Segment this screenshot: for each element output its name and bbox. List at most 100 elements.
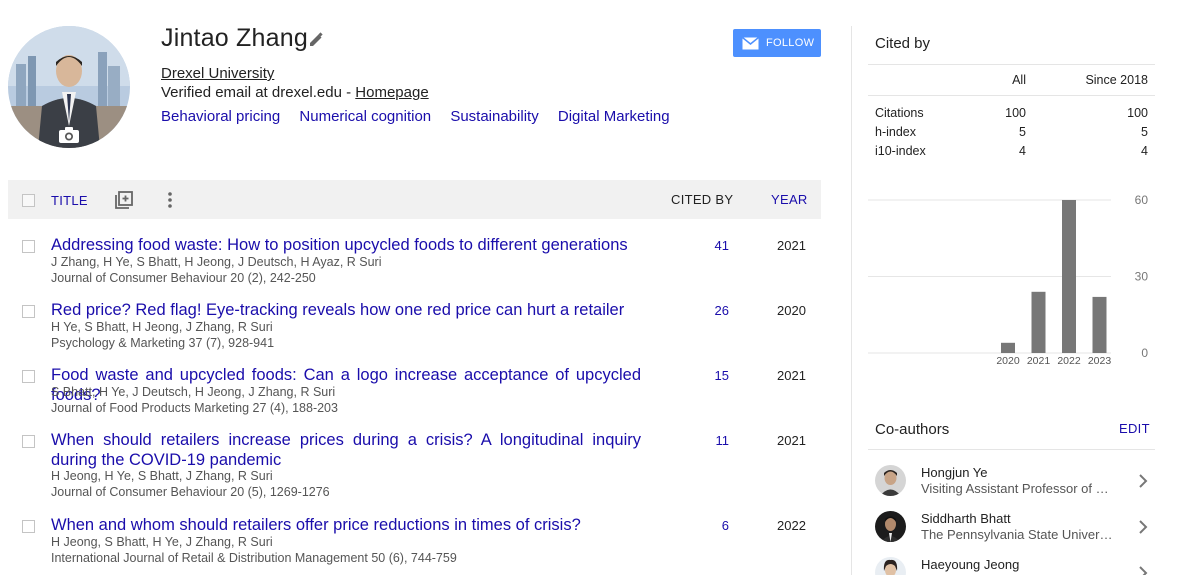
row-checkbox[interactable] [22, 520, 35, 533]
article-authors: H Jeong, H Ye, S Bhatt, J Zhang, R Suri [51, 469, 273, 483]
y-tick-label: 60 [1135, 193, 1149, 207]
metric-label[interactable]: i10-index [875, 144, 926, 158]
more-options-icon[interactable] [165, 190, 175, 210]
interest-link[interactable]: Behavioral pricing [161, 108, 280, 125]
chart-bar-2023[interactable] [1092, 296, 1107, 353]
sort-by-year[interactable]: YEAR [771, 192, 808, 207]
article-year: 2021 [777, 433, 806, 448]
interest-link[interactable]: Sustainability [450, 108, 538, 125]
coauthor-avatar [875, 511, 906, 542]
article-row: When should retailers increase prices du… [8, 430, 821, 502]
article-authors: H Jeong, S Bhatt, H Ye, J Zhang, R Suri [51, 535, 273, 549]
citations-bar-chart: 60 30 0 2020 2021 2022 2023 [868, 190, 1155, 370]
article-year: 2021 [777, 368, 806, 383]
article-venue: Journal of Food Products Marketing 27 (4… [51, 400, 338, 415]
row-checkbox[interactable] [22, 370, 35, 383]
follow-button[interactable]: FOLLOW [733, 29, 821, 57]
sort-by-cited-by[interactable]: CITED BY [671, 192, 733, 207]
x-tick-label: 2023 [1088, 355, 1112, 367]
x-tick-label: 2022 [1057, 355, 1081, 367]
metric-label[interactable]: h-index [875, 125, 916, 139]
homepage-link[interactable]: Homepage [355, 84, 428, 101]
article-authors: S Bhatt, H Ye, J Deutsch, H Jeong, J Zha… [51, 385, 336, 399]
edit-pencil-icon[interactable] [308, 32, 324, 48]
article-venue: Journal of Consumer Behaviour 20 (2), 24… [51, 270, 316, 285]
article-title[interactable]: Addressing food waste: How to position u… [51, 235, 641, 255]
coauthor-affiliation: Visiting Assistant Professor of M... [921, 481, 1113, 496]
article-year: 2020 [777, 303, 806, 318]
add-article-icon[interactable] [114, 190, 134, 210]
metric-since: 5 [1141, 125, 1148, 139]
article-year: 2022 [777, 518, 806, 533]
coauthor-avatar [875, 557, 906, 575]
article-year: 2021 [777, 238, 806, 253]
x-tick-label: 2020 [996, 355, 1020, 367]
row-checkbox[interactable] [22, 435, 35, 448]
follow-label: FOLLOW [766, 37, 815, 49]
interest-link[interactable]: Numerical cognition [299, 108, 431, 125]
chevron-right-icon [1138, 520, 1148, 534]
coauthor-affiliation: The Pennsylvania State Universi... [921, 527, 1113, 542]
article-authors: J Zhang, H Ye, S Bhatt, H Jeong, J Deuts… [51, 255, 382, 269]
article-row: When and whom should retailers offer pri… [8, 515, 821, 570]
row-checkbox[interactable] [22, 240, 35, 253]
metric-label[interactable]: Citations [875, 106, 924, 120]
y-tick-label: 0 [1141, 346, 1148, 360]
coauthor-item[interactable]: Haeyoung Jeong [868, 557, 1155, 575]
chart-bar-2020[interactable] [1001, 342, 1015, 353]
metric-all: 5 [1019, 125, 1026, 139]
profile-photo[interactable] [8, 26, 130, 148]
article-venue: Psychology & Marketing 37 (7), 928-941 [51, 335, 275, 350]
y-tick-label: 30 [1135, 270, 1149, 284]
coauthor-avatar [875, 465, 906, 496]
metric-all: 4 [1019, 144, 1026, 158]
email-line: Verified email at drexel.edu - Homepage [161, 84, 429, 101]
cited-by-heading: Cited by [875, 35, 931, 52]
camera-icon[interactable] [58, 126, 80, 144]
article-title[interactable]: When should retailers increase prices du… [51, 430, 641, 470]
coauthors-heading: Co-authors [875, 421, 950, 438]
verified-email-text: Verified email at drexel.edu - [161, 84, 356, 101]
interest-link[interactable]: Digital Marketing [558, 108, 670, 125]
column-header-all: All [1012, 73, 1026, 87]
citations-chart-svg: 60 30 0 2020 2021 2022 2023 [868, 193, 1149, 367]
article-title[interactable]: When and whom should retailers offer pri… [51, 515, 641, 535]
coauthor-item[interactable]: Siddharth Bhatt The Pennsylvania State U… [868, 511, 1155, 551]
articles-table-header: TITLE CITED BY YEAR [8, 180, 821, 219]
edit-coauthors-button[interactable]: EDIT [1119, 421, 1150, 436]
research-interests: Behavioral pricing Numerical cognition S… [161, 108, 685, 125]
divider [868, 95, 1155, 96]
divider [868, 449, 1155, 450]
divider [868, 64, 1155, 65]
profile-name: Jintao Zhang [161, 24, 308, 52]
chart-bar-2021[interactable] [1031, 291, 1046, 353]
article-row: Red price? Red flag! Eye-tracking reveal… [8, 300, 821, 355]
mail-icon [742, 36, 759, 49]
article-venue: Journal of Consumer Behaviour 20 (5), 12… [51, 484, 330, 499]
column-header-since: Since 2018 [1085, 73, 1148, 87]
affiliation-link[interactable]: Drexel University [161, 65, 274, 82]
row-checkbox[interactable] [22, 305, 35, 318]
metric-since: 100 [1127, 106, 1148, 120]
article-cited-by[interactable]: 11 [716, 433, 730, 448]
article-authors: H Ye, S Bhatt, H Jeong, J Zhang, R Suri [51, 320, 273, 334]
metric-all: 100 [1005, 106, 1026, 120]
article-cited-by[interactable]: 26 [715, 303, 729, 318]
article-cited-by[interactable]: 41 [715, 238, 729, 253]
article-cited-by[interactable]: 15 [715, 368, 729, 383]
x-tick-label: 2021 [1027, 355, 1051, 367]
sort-by-title[interactable]: TITLE [51, 193, 88, 208]
coauthor-item[interactable]: Hongjun Ye Visiting Assistant Professor … [868, 465, 1155, 505]
coauthor-name: Haeyoung Jeong [921, 557, 1020, 572]
article-title[interactable]: Red price? Red flag! Eye-tracking reveal… [51, 300, 641, 320]
article-row: Food waste and upcycled foods: Can a log… [8, 365, 821, 420]
article-cited-by[interactable]: 6 [722, 518, 729, 533]
chevron-right-icon [1138, 474, 1148, 488]
chevron-right-icon [1138, 566, 1148, 575]
chart-bar-2022[interactable] [1062, 200, 1076, 353]
coauthor-name: Siddharth Bhatt [921, 511, 1011, 526]
metric-since: 4 [1141, 144, 1148, 158]
sidebar-divider [851, 26, 852, 575]
coauthor-name: Hongjun Ye [921, 465, 988, 480]
select-all-checkbox[interactable] [22, 194, 35, 207]
